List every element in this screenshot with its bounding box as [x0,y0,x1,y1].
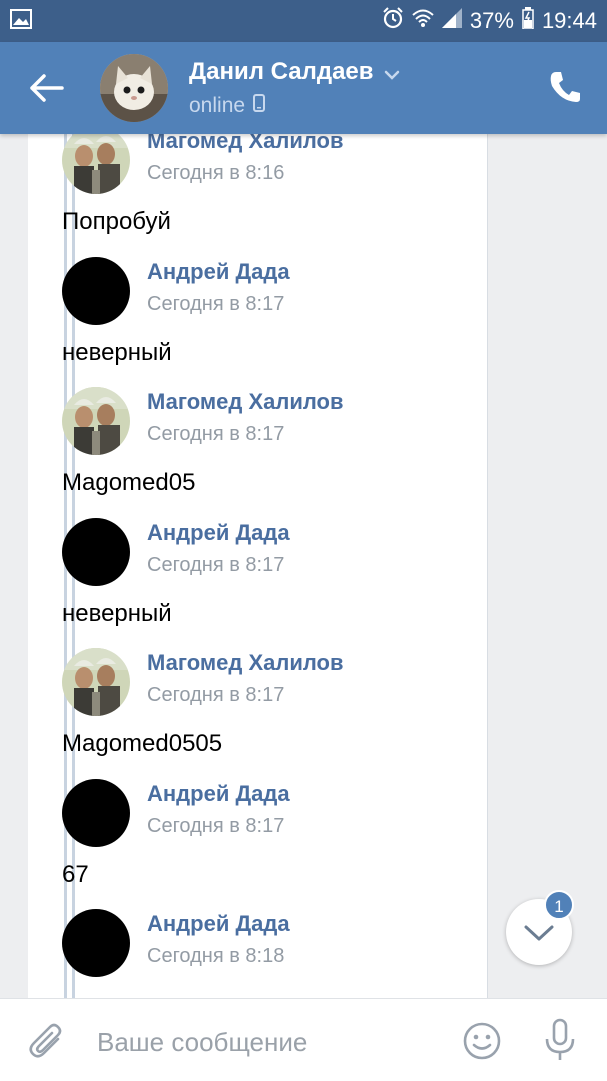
unread-badge: 1 [544,890,574,920]
online-status-text: online [189,94,246,117]
message-text: Magomed05 [62,469,196,496]
status-bar: 37% 19:44 [0,0,607,42]
wifi-icon [412,8,434,34]
message-timestamp: Сегодня в 8:17 [147,292,285,315]
avatar[interactable] [62,517,130,586]
contact-name[interactable]: Данил Салдаев [189,58,400,87]
forwarded-message-header: Андрей Дада Сегодня в 8:17 [62,778,462,849]
author-name-link[interactable]: Андрей Дада [147,911,290,937]
conversation-header: Данил Салдаев online [0,42,607,134]
forwarded-message-header: Андрей Дада Сегодня в 8:17 [62,256,462,327]
message-timestamp: Сегодня в 8:17 [147,553,285,576]
alarm-icon [382,7,404,35]
paperclip-icon [29,1023,62,1058]
forwarded-message-header: Андрей Дада Сегодня в 8:17 [62,517,462,588]
message-timestamp: Сегодня в 8:18 [147,945,285,967]
mobile-phone-icon [253,94,266,118]
message-text: 67 [62,860,89,888]
message-text: Попробуй [62,208,171,235]
attach-button[interactable] [28,1021,66,1061]
message-timestamp: Сегодня в 8:17 [147,814,285,837]
message-timestamp: Сегодня в 8:16 [147,162,285,184]
battery-percent: 37% [469,8,514,33]
emoji-button[interactable] [462,1021,502,1061]
forwarded-message-header: Магомед Халилов Сегодня в 8:17 [62,648,462,718]
signal-icon [441,8,462,34]
kitten-avatar-image [100,54,168,122]
microphone-icon [545,1018,575,1060]
message-text: Magomed0505 [62,730,223,757]
author-name-link[interactable]: Андрей Дада [147,520,290,546]
voice-message-button[interactable] [540,1017,580,1063]
clock: 19:44 [541,8,597,33]
avatar[interactable] [62,648,130,716]
forwarded-message-header: Магомед Халилов Сегодня в 8:17 [62,387,462,457]
message-timestamp: Сегодня в 8:17 [147,684,285,706]
phone-icon [550,72,580,102]
avatar[interactable] [62,909,130,977]
battery-icon [522,7,534,35]
author-name-link[interactable]: Магомед Халилов [147,134,344,154]
call-button[interactable] [549,70,581,104]
avatar[interactable] [62,778,130,847]
contact-status: online [189,94,266,118]
avatar[interactable] [62,134,130,194]
contact-name-text: Данил Салдаев [189,58,374,85]
chevron-down-icon [384,59,400,87]
message-list[interactable]: Магомед Халилов Сегодня в 8:16 Попробуй Анд… [0,134,607,998]
author-name-link[interactable]: Андрей Дада [147,781,290,807]
message-text: неверный [62,599,172,627]
gallery-notification-icon [10,8,32,34]
avatar[interactable] [100,54,168,122]
forwarded-message-header: Андрей Дада Сегодня в 8:18 [62,909,462,979]
message-composer [0,998,607,1081]
message-text: неверный [62,338,172,366]
message-timestamp: Сегодня в 8:17 [147,423,285,445]
back-button[interactable] [28,70,68,106]
avatar[interactable] [62,256,130,325]
arrow-left-icon [30,74,64,102]
author-name-link[interactable]: Андрей Дада [147,259,290,285]
avatar[interactable] [62,387,130,455]
message-input[interactable] [95,1019,439,1065]
smiley-icon [463,1022,501,1060]
author-name-link[interactable]: Магомед Халилов [147,389,344,415]
author-name-link[interactable]: Магомед Халилов [147,650,344,676]
forwarded-message-header: Магомед Халилов Сегодня в 8:16 [62,134,462,196]
